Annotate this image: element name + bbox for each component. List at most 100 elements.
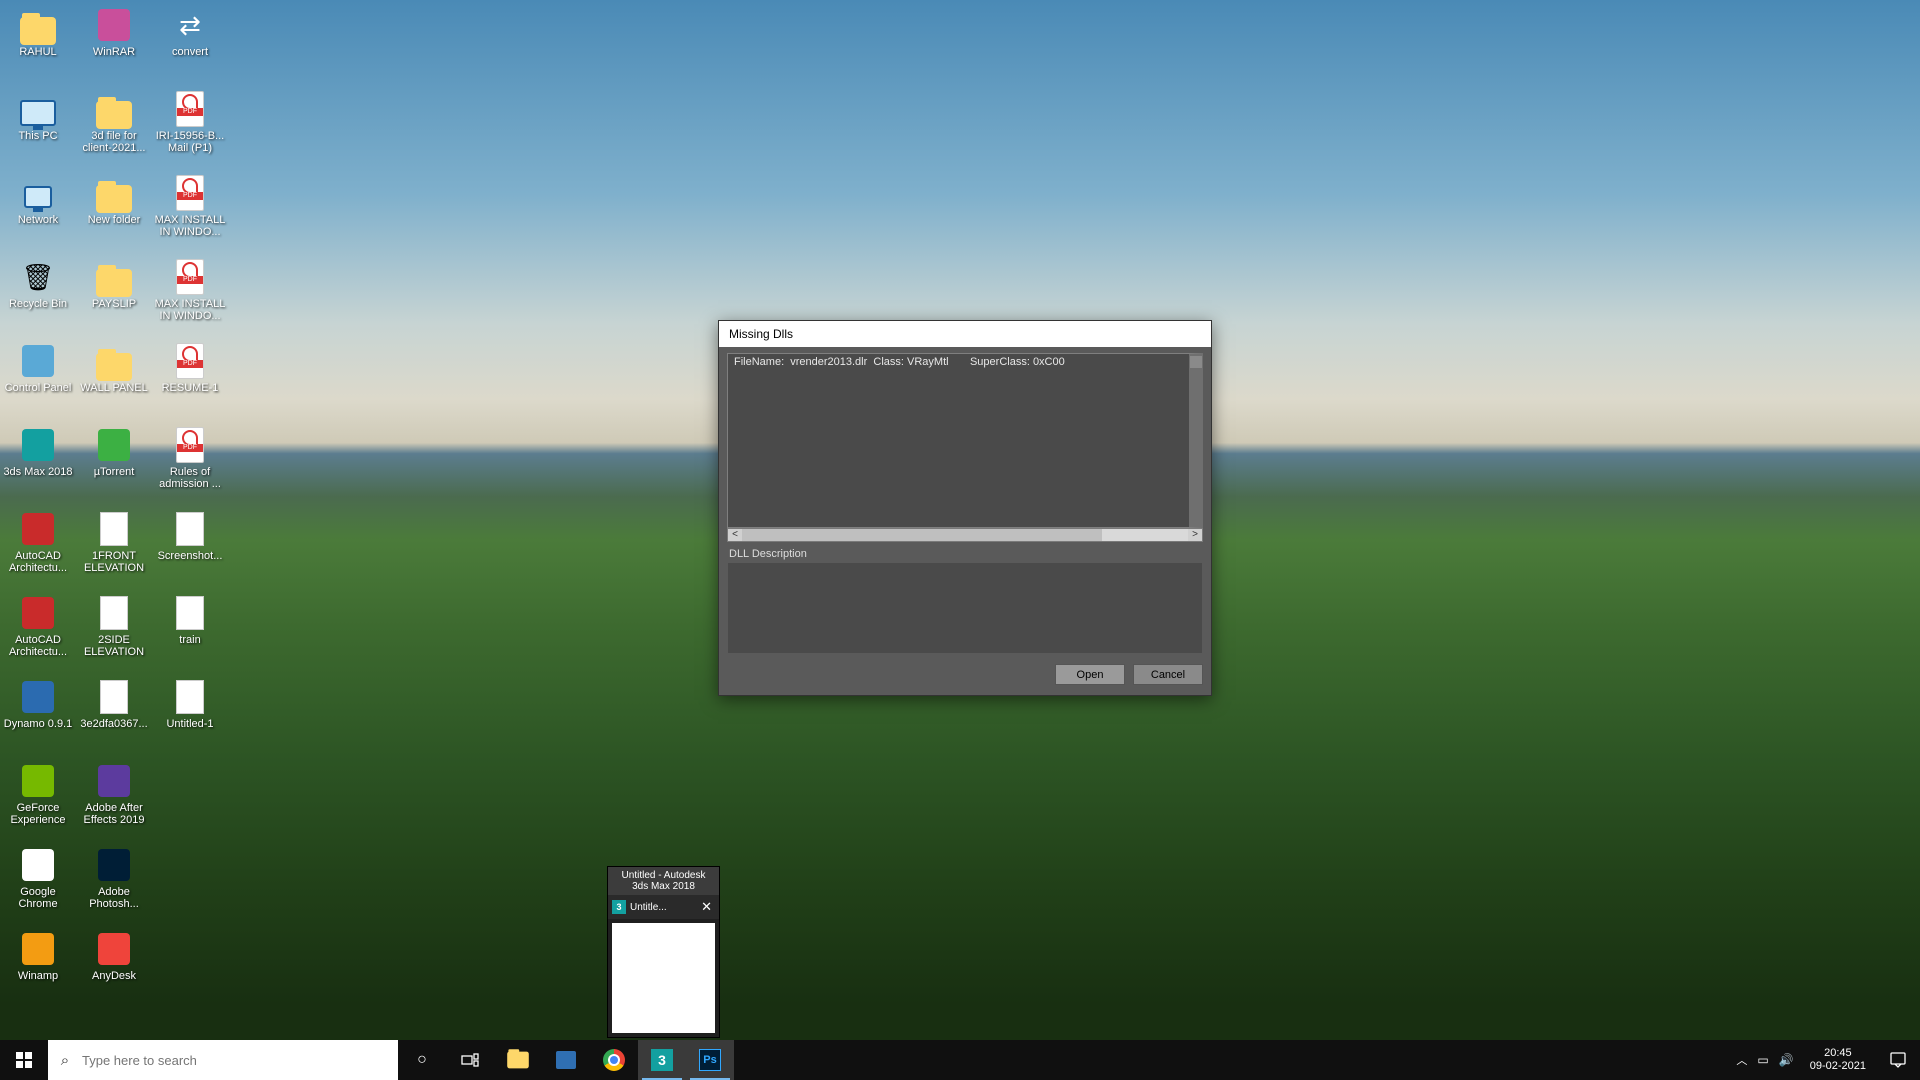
icon-label: GeForce Experience xyxy=(2,802,74,826)
thumbnail-tab-label: Untitle... xyxy=(630,902,698,913)
desktop-icon-2side-elevation[interactable]: 2SIDE ELEVATION xyxy=(76,592,152,676)
3dsmax-icon: 3 xyxy=(651,1049,673,1071)
file-icon xyxy=(93,508,135,550)
desktop-icon-3d-file-for-client-2021[interactable]: 3d file for client-2021... xyxy=(76,88,152,172)
dll-list-row[interactable]: FileName: vrender2013.dlr Class: VRayMtl… xyxy=(728,354,1189,370)
taskbar-3dsmax[interactable]: 3 xyxy=(638,1040,686,1080)
tray-chevron-icon[interactable]: ︿ xyxy=(1736,1052,1747,1068)
file-icon xyxy=(93,592,135,634)
task-view-icon xyxy=(461,1053,479,1067)
folder-icon xyxy=(17,4,59,46)
task-view-button[interactable] xyxy=(446,1040,494,1080)
taskbar: ⌕ ○ 3 Ps ︿ ▭ 🔊 20:45 09-02-2021 xyxy=(0,1040,1920,1080)
desktop-icon-iri-15956-b-mail-p1[interactable]: IRI-15956-B... Mail (P1) xyxy=(152,88,228,172)
taskbar-clock[interactable]: 20:45 09-02-2021 xyxy=(1802,1047,1874,1073)
icon-label: 1FRONT ELEVATION xyxy=(78,550,150,574)
cancel-button[interactable]: Cancel xyxy=(1133,664,1203,685)
folder-icon xyxy=(93,172,135,214)
desktop-icon-control-panel[interactable]: Control Panel xyxy=(0,340,76,424)
file-icon xyxy=(169,676,211,718)
desktop-icon-screenshot[interactable]: Screenshot... xyxy=(152,508,228,592)
taskbar-search[interactable]: ⌕ xyxy=(48,1040,398,1080)
desktop-icon-winamp[interactable]: Winamp xyxy=(0,928,76,1012)
cortana-button[interactable]: ○ xyxy=(398,1040,446,1080)
desktop-icon-torrent[interactable]: µTorrent xyxy=(76,424,152,508)
file-icon xyxy=(169,508,211,550)
app-icon xyxy=(17,760,59,802)
desktop-icon-train[interactable]: train xyxy=(152,592,228,676)
pdf-icon xyxy=(169,88,211,130)
icon-label: MAX INSTALL IN WINDO... xyxy=(154,214,226,238)
dialog-title[interactable]: Missing Dlls xyxy=(719,321,1211,347)
pdf-icon xyxy=(169,256,211,298)
app-icon xyxy=(17,844,59,886)
dll-listbox[interactable]: FileName: vrender2013.dlr Class: VRayMtl… xyxy=(727,353,1203,528)
scroll-right-button[interactable]: > xyxy=(1188,529,1202,541)
open-button[interactable]: Open xyxy=(1055,664,1125,685)
desktop-icon-payslip[interactable]: PAYSLIP xyxy=(76,256,152,340)
desktop-icon-winrar[interactable]: WinRAR xyxy=(76,4,152,88)
desktop-icon-autocad-architectu[interactable]: AutoCAD Architectu... xyxy=(0,592,76,676)
app-icon xyxy=(17,928,59,970)
horizontal-scrollbar[interactable]: < > xyxy=(727,528,1203,542)
desktop-icon-network[interactable]: Network xyxy=(0,172,76,256)
icon-label: This PC xyxy=(18,130,57,142)
windows-icon xyxy=(16,1052,32,1068)
scroll-left-button[interactable]: < xyxy=(728,529,742,541)
desktop-icon-autocad-architectu[interactable]: AutoCAD Architectu... xyxy=(0,508,76,592)
desktop-icon-adobe-after-effects-2019[interactable]: Adobe After Effects 2019 xyxy=(76,760,152,844)
taskbar-thumbnail-preview: Untitled - Autodesk 3ds Max 2018 3 Untit… xyxy=(607,866,720,1038)
desktop-icon-3e2dfa0367[interactable]: 3e2dfa0367... xyxy=(76,676,152,760)
scroll-thumb[interactable] xyxy=(742,529,1102,541)
start-button[interactable] xyxy=(0,1040,48,1080)
taskbar-chrome[interactable] xyxy=(590,1040,638,1080)
desktop-icon-wall-panel[interactable]: WALL PANEL xyxy=(76,340,152,424)
desktop-icon-max-install-in-windo[interactable]: MAX INSTALL IN WINDO... xyxy=(152,256,228,340)
desktop-icon-resume-1[interactable]: RESUME-1 xyxy=(152,340,228,424)
chrome-icon xyxy=(603,1049,625,1071)
desktop-icon-3ds-max-2018[interactable]: 3ds Max 2018 xyxy=(0,424,76,508)
shortcut-icon: ⇄ xyxy=(169,4,211,46)
dll-description-label: DLL Description xyxy=(729,548,1203,560)
icon-label: AnyDesk xyxy=(92,970,136,982)
desktop[interactable]: RAHULWinRAR⇄convertThis PC3d file for cl… xyxy=(0,0,1920,1080)
photoshop-icon: Ps xyxy=(699,1049,721,1071)
thumbnail-preview-image[interactable] xyxy=(612,923,715,1033)
folder-icon xyxy=(93,340,135,382)
icon-label: Winamp xyxy=(18,970,58,982)
desktop-icon-new-folder[interactable]: New folder xyxy=(76,172,152,256)
icon-label: Adobe Photosh... xyxy=(78,886,150,910)
icon-label: 3ds Max 2018 xyxy=(3,466,72,478)
action-center-button[interactable] xyxy=(1874,1040,1920,1080)
desktop-icon-max-install-in-windo[interactable]: MAX INSTALL IN WINDO... xyxy=(152,172,228,256)
this-pc-icon xyxy=(17,88,59,130)
icon-label: Google Chrome xyxy=(2,886,74,910)
thumbnail-tab[interactable]: 3 Untitle... ✕ xyxy=(608,895,719,919)
desktop-icon-convert[interactable]: ⇄convert xyxy=(152,4,228,88)
icon-label: Screenshot... xyxy=(158,550,223,562)
desktop-icon-dynamo-0-9-1[interactable]: Dynamo 0.9.1 xyxy=(0,676,76,760)
search-input[interactable] xyxy=(82,1040,398,1080)
thumbnail-close-button[interactable]: ✕ xyxy=(698,899,715,915)
desktop-icon-recycle-bin[interactable]: 🗑Recycle Bin xyxy=(0,256,76,340)
desktop-icon-rahul[interactable]: RAHUL xyxy=(0,4,76,88)
tray-network-icon[interactable]: ▭ xyxy=(1757,1053,1768,1067)
desktop-icon-untitled-1[interactable]: Untitled-1 xyxy=(152,676,228,760)
pdf-icon xyxy=(169,424,211,466)
taskbar-file-explorer[interactable] xyxy=(494,1040,542,1080)
desktop-icon-1front-elevation[interactable]: 1FRONT ELEVATION xyxy=(76,508,152,592)
folder-icon xyxy=(507,1052,529,1069)
desktop-icon-this-pc[interactable]: This PC xyxy=(0,88,76,172)
desktop-icon-adobe-photosh[interactable]: Adobe Photosh... xyxy=(76,844,152,928)
desktop-icon-google-chrome[interactable]: Google Chrome xyxy=(0,844,76,928)
desktop-icon-geforce-experience[interactable]: GeForce Experience xyxy=(0,760,76,844)
taskbar-store[interactable] xyxy=(542,1040,590,1080)
dll-description-box[interactable] xyxy=(727,562,1203,654)
desktop-icon-anydesk[interactable]: AnyDesk xyxy=(76,928,152,1012)
icon-label: 2SIDE ELEVATION xyxy=(78,634,150,658)
file-icon xyxy=(93,676,135,718)
tray-volume-icon[interactable]: 🔊 xyxy=(1779,1053,1794,1067)
icon-label: convert xyxy=(172,46,208,58)
desktop-icon-rules-of-admission[interactable]: Rules of admission ... xyxy=(152,424,228,508)
taskbar-photoshop[interactable]: Ps xyxy=(686,1040,734,1080)
